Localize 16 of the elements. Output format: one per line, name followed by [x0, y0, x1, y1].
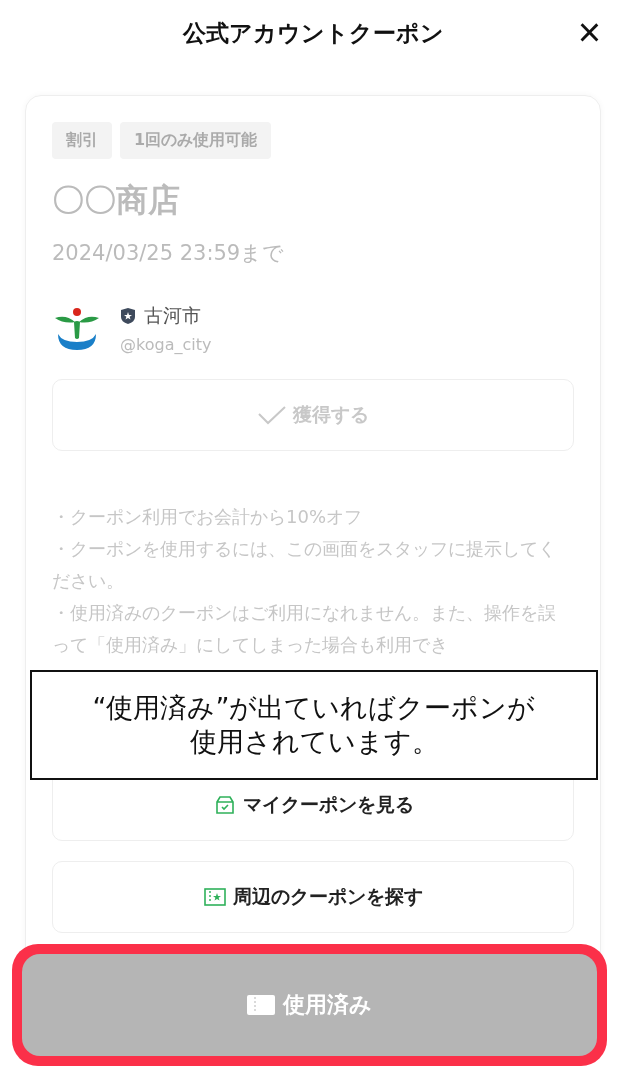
close-button[interactable]: × [573, 12, 605, 52]
shop-name: 〇〇商店 [52, 180, 181, 221]
account-handle: @koga_city [120, 335, 212, 354]
account-name: 古河市 [144, 303, 201, 328]
description-text: ・使用済みのクーポンはご利用になれません。また、操作を誤って「使用済み」にしてしまった場合も利用でき [52, 601, 557, 657]
checkmark-icon [257, 405, 287, 425]
ticket-icon [247, 995, 275, 1015]
annotation-text: 使用されています。 [189, 725, 439, 759]
annotation-text: “使用済み”が出ていればクーポンが [92, 691, 536, 725]
tag: 割引 [52, 122, 112, 159]
tag: 1回のみ使用可能 [120, 122, 272, 159]
window-title: 公式アカウントクーポン [183, 18, 444, 48]
coupon-link-button[interactable]: 周辺のクーポンを探す [52, 861, 574, 933]
description-text: ・クーポン利用でお会計から10%オフ [52, 505, 363, 529]
description-text: ・クーポンを使用するには、この画面をスタッフに提示してください。 [52, 537, 557, 593]
expiry-date: 2024/03/25 23:59まで [52, 240, 286, 267]
